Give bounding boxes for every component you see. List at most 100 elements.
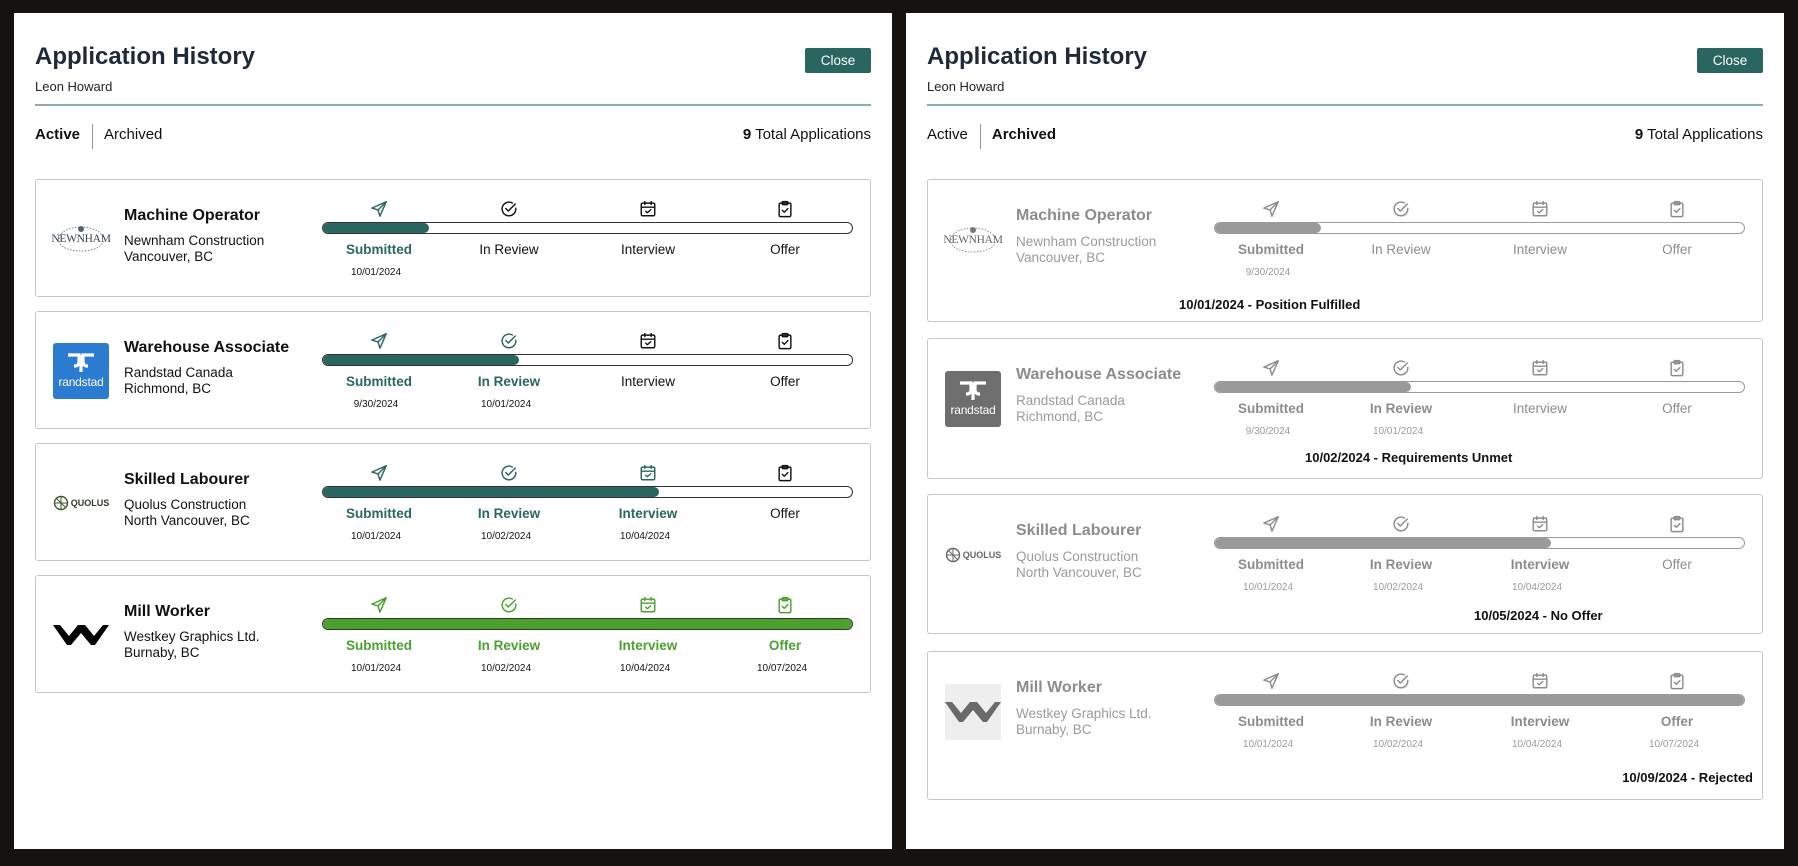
total-count: 9 — [742, 126, 752, 143]
stage-label: Submitted — [346, 374, 412, 389]
application-outcome: 10/01/2024 - Position Fulfilled — [1179, 297, 1361, 312]
job-title: Machine Operator — [1016, 207, 1153, 224]
applicant-name: Leon Howard — [35, 79, 113, 94]
applicant-name: Leon Howard — [927, 79, 1005, 94]
send-icon — [1262, 672, 1280, 690]
stage-label: Submitted — [346, 242, 412, 257]
total-applications: 9 Total Applications — [743, 126, 871, 143]
stage-label: Submitted — [346, 638, 412, 653]
stage-label: Interview — [1510, 557, 1570, 572]
calendar-check-icon — [639, 596, 657, 614]
newnham-logo: NEWNHAM — [51, 211, 111, 267]
tab-active[interactable]: Active — [927, 124, 980, 148]
stage-label: Offer — [1662, 242, 1692, 257]
stage-date: 10/07/2024 — [756, 663, 808, 674]
tab-archived[interactable]: Archived — [981, 124, 1056, 148]
application-outcome: 10/02/2024 - Requirements Unmet — [1305, 450, 1513, 465]
panel-title: Application History — [35, 43, 256, 70]
stage-label: Offer — [768, 638, 802, 653]
send-icon — [1262, 200, 1280, 218]
job-title: Warehouse Associate — [1016, 366, 1182, 383]
check-circle-icon — [500, 596, 518, 614]
newnham-logo-text: NEWNHAM — [51, 233, 111, 245]
stage-label: Submitted — [1238, 557, 1304, 572]
randstad-logo: randstad — [945, 371, 1001, 427]
calendar-check-icon — [1531, 359, 1549, 377]
stage-label: Offer — [770, 374, 800, 389]
quolus-logo: QUOLUS — [53, 475, 109, 531]
clipboard-check-icon — [1668, 200, 1686, 218]
westkey-logo — [945, 684, 1001, 740]
stage-date: 9/30/2024 — [353, 399, 399, 410]
newnham-logo-text: NEWNHAM — [943, 234, 1003, 246]
progress-bar-fill — [323, 619, 852, 629]
randstad-logo-text: randstad — [58, 375, 104, 389]
application-card[interactable]: randstad Warehouse Associate Randstad Cana… — [35, 311, 871, 429]
job-location: North Vancouver, BC — [124, 513, 250, 528]
send-icon — [370, 464, 388, 482]
tab-active[interactable]: Active — [35, 124, 92, 148]
company-name: Randstad Canada — [1016, 393, 1125, 408]
stage-label: Offer — [770, 242, 800, 257]
company-name: Westkey Graphics Ltd. — [124, 629, 260, 644]
close-button[interactable]: Close — [805, 48, 871, 73]
job-location: Vancouver, BC — [1016, 250, 1106, 265]
company-name: Westkey Graphics Ltd. — [1016, 706, 1152, 721]
randstad-logo-text: randstad — [950, 403, 996, 417]
stage-label: In Review — [1371, 242, 1431, 257]
stage-date: 10/01/2024 — [1372, 426, 1424, 437]
stage-date: 10/02/2024 — [1372, 739, 1424, 750]
application-card[interactable]: QUOLUS Skilled Labourer Quolus Constructio… — [35, 443, 871, 561]
stage-date: 10/01/2024 — [1242, 582, 1294, 593]
westkey-logo — [53, 607, 109, 663]
clipboard-check-icon — [776, 332, 794, 350]
quolus-logo: QUOLUS — [945, 527, 1001, 583]
progress-bar-fill — [323, 223, 429, 233]
application-card[interactable]: Mill Worker Westkey Graphics Ltd. Burnaby,… — [35, 575, 871, 693]
check-circle-icon — [1392, 515, 1410, 533]
calendar-check-icon — [639, 332, 657, 350]
close-button[interactable]: Close — [1697, 48, 1763, 73]
job-location: Vancouver, BC — [124, 249, 214, 264]
clipboard-check-icon — [1668, 672, 1686, 690]
stage-label: Offer — [770, 506, 800, 521]
tab-bar: Active Archived — [927, 124, 1056, 152]
application-card[interactable]: QUOLUS Skilled Labourer Quolus Constructio… — [927, 494, 1763, 634]
tab-archived[interactable]: Archived — [93, 124, 162, 148]
header-divider — [927, 104, 1763, 106]
stage-label: Interview — [618, 506, 678, 521]
company-name: Newnham Construction — [1016, 234, 1157, 249]
company-name: Randstad Canada — [124, 365, 233, 380]
stage-date: 10/04/2024 — [1511, 739, 1563, 750]
calendar-check-icon — [639, 200, 657, 218]
stage-label: Offer — [1662, 557, 1692, 572]
stage-label: Interview — [620, 374, 676, 389]
progress-bar — [1214, 222, 1745, 234]
company-name: Quolus Construction — [124, 497, 247, 512]
clipboard-check-icon — [776, 464, 794, 482]
calendar-check-icon — [639, 464, 657, 482]
stage-label: Interview — [1512, 242, 1568, 257]
total-applications: 9 Total Applications — [1635, 126, 1763, 143]
application-card[interactable]: Mill Worker Westkey Graphics Ltd. Burnaby,… — [927, 651, 1763, 800]
clipboard-check-icon — [1668, 515, 1686, 533]
quolus-logo-text: QUOLUS — [962, 550, 1002, 560]
stage-date: 10/07/2024 — [1648, 739, 1700, 750]
check-circle-icon — [1392, 359, 1410, 377]
stage-label: In Review — [1369, 557, 1433, 572]
stage-label: Interview — [1512, 401, 1568, 416]
stage-label: Submitted — [346, 506, 412, 521]
job-title: Mill Worker — [1016, 679, 1102, 696]
application-card[interactable]: NEWNHAM Machine Operator Newnham Construct… — [927, 179, 1763, 322]
send-icon — [370, 332, 388, 350]
job-title: Mill Worker — [124, 603, 210, 620]
application-outcome: 10/05/2024 - No Offer — [1474, 608, 1603, 623]
application-card[interactable]: randstad Warehouse Associate Randstad Cana… — [927, 338, 1763, 479]
stage-date: 9/30/2024 — [1245, 426, 1291, 437]
total-label: Total Applications — [755, 126, 871, 143]
application-card[interactable]: NEWNHAM Machine Operator Newnham Construct… — [35, 179, 871, 297]
clipboard-check-icon — [1668, 359, 1686, 377]
check-circle-icon — [1392, 200, 1410, 218]
stage-label: Offer — [1662, 401, 1692, 416]
stage-date: 10/04/2024 — [619, 531, 671, 542]
